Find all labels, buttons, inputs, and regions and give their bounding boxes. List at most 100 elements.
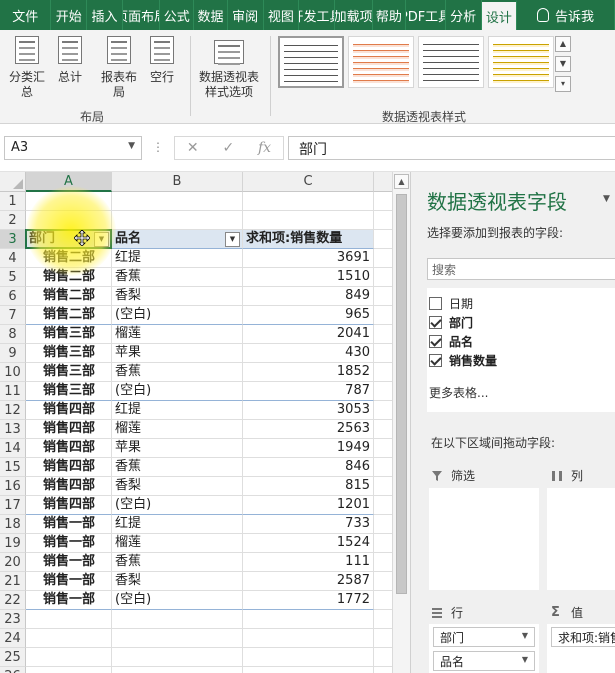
ribbon-tab[interactable]: 视图 (264, 0, 300, 30)
row-header[interactable]: 8 (0, 325, 26, 344)
dept-cell[interactable]: 销售二部 (26, 287, 112, 306)
product-cell[interactable]: (空白) (112, 496, 243, 515)
styles-more-button[interactable]: ▾ (555, 76, 571, 92)
product-cell[interactable]: 红提 (112, 249, 243, 268)
row-header[interactable]: 26 (0, 667, 26, 673)
dept-cell[interactable]: 销售四部 (26, 477, 112, 496)
quantity-cell[interactable]: 430 (243, 344, 374, 363)
column-header-d[interactable] (374, 172, 392, 192)
grid-cell[interactable] (26, 629, 112, 648)
row-header[interactable]: 23 (0, 610, 26, 629)
dept-cell[interactable]: 销售一部 (26, 553, 112, 572)
row-header[interactable]: 4 (0, 249, 26, 268)
style-options-button[interactable]: 数据透视表样式选项 (196, 36, 262, 100)
grid-cell[interactable] (374, 439, 392, 458)
quantity-cell[interactable]: 2041 (243, 325, 374, 344)
grid-cell[interactable] (26, 610, 112, 629)
row-header[interactable]: 16 (0, 477, 26, 496)
row-header[interactable]: 6 (0, 287, 26, 306)
value-drop-area[interactable]: 求和项:销售数量 (547, 624, 615, 673)
grid-cell[interactable] (374, 610, 392, 629)
grid-cell[interactable] (374, 496, 392, 515)
quantity-cell[interactable]: 1772 (243, 591, 374, 610)
field-item[interactable]: 日期 (429, 294, 473, 312)
row-header[interactable]: 17 (0, 496, 26, 515)
row-header[interactable]: 21 (0, 572, 26, 591)
field-checkbox[interactable] (429, 315, 442, 329)
grid-cell[interactable] (374, 534, 392, 553)
grid-cell[interactable] (243, 667, 374, 673)
grid-cell[interactable] (374, 363, 392, 382)
dept-cell[interactable]: 销售二部 (26, 268, 112, 287)
product-filter-button[interactable]: ▼ (225, 232, 240, 247)
row-header[interactable]: 19 (0, 534, 26, 553)
grid-cell[interactable] (243, 211, 374, 230)
quantity-cell[interactable]: 965 (243, 306, 374, 325)
insert-function-icon[interactable]: fx (258, 140, 271, 156)
pivot-style-thumb[interactable] (418, 36, 484, 88)
row-header[interactable]: 15 (0, 458, 26, 477)
grid-cell[interactable] (374, 401, 392, 420)
grand-totals-button[interactable]: 总计 (54, 36, 86, 85)
confirm-icon[interactable]: ✓ (222, 140, 234, 156)
quantity-cell[interactable]: 1852 (243, 363, 374, 382)
grid-cell[interactable] (374, 553, 392, 572)
field-checkbox[interactable] (429, 353, 442, 367)
chevron-down-icon[interactable]: ▼ (522, 655, 528, 664)
grid-cell[interactable] (374, 458, 392, 477)
column-header-b[interactable]: B (112, 172, 243, 192)
grid-cell[interactable] (374, 344, 392, 363)
chevron-down-icon[interactable]: ▼ (128, 141, 135, 151)
product-cell[interactable]: 榴莲 (112, 534, 243, 553)
product-cell[interactable]: 榴莲 (112, 420, 243, 439)
grid-cell[interactable] (374, 572, 392, 591)
row-header[interactable]: 13 (0, 420, 26, 439)
ribbon-tab[interactable]: 页面布局 (123, 0, 161, 30)
grid-cell[interactable] (374, 249, 392, 268)
field-item[interactable]: 部门 (429, 313, 473, 331)
product-cell[interactable]: 香蕉 (112, 363, 243, 382)
grid-cell[interactable] (243, 629, 374, 648)
more-tables-link[interactable]: 更多表格... (429, 384, 488, 401)
cancel-icon[interactable]: ✕ (187, 140, 199, 156)
grid-cell[interactable] (243, 648, 374, 667)
product-cell[interactable]: 香梨 (112, 287, 243, 306)
column-header-c[interactable]: C (243, 172, 374, 192)
chevron-down-icon[interactable]: ▼ (522, 631, 528, 640)
quantity-cell[interactable]: 733 (243, 515, 374, 534)
field-checkbox[interactable] (429, 334, 442, 348)
grid-cell[interactable] (374, 667, 392, 673)
grid-cell[interactable] (374, 325, 392, 344)
quantity-cell[interactable]: 815 (243, 477, 374, 496)
pivot-style-thumb[interactable] (348, 36, 414, 88)
select-all-corner[interactable] (0, 172, 26, 192)
grid-cell[interactable] (374, 648, 392, 667)
dept-cell[interactable]: 销售一部 (26, 534, 112, 553)
column-header-a[interactable]: A (26, 172, 112, 192)
column-drop-area[interactable] (547, 488, 615, 590)
row-header[interactable]: 2 (0, 211, 26, 230)
grid-cell[interactable] (374, 192, 392, 211)
grid-cell[interactable] (26, 192, 112, 211)
report-layout-button[interactable]: 报表布局 (98, 36, 140, 100)
ribbon-tab[interactable]: 分析 (446, 0, 482, 30)
product-cell[interactable]: 香梨 (112, 477, 243, 496)
dept-cell[interactable]: 销售三部 (26, 325, 112, 344)
ribbon-tab[interactable]: 告诉我 (517, 0, 615, 30)
row-field-chip[interactable]: 品名 ▼ (433, 651, 535, 671)
grid-cell[interactable] (243, 192, 374, 211)
grid-cell[interactable] (374, 230, 392, 249)
row-header[interactable]: 24 (0, 629, 26, 648)
dept-cell[interactable]: 销售三部 (26, 363, 112, 382)
field-item[interactable]: 销售数量 (429, 351, 497, 369)
dept-cell[interactable]: 销售二部 (26, 249, 112, 268)
quantity-cell[interactable]: 2563 (243, 420, 374, 439)
grid-cell[interactable] (374, 420, 392, 439)
ribbon-tab[interactable]: 帮助 (373, 0, 407, 30)
row-drop-area[interactable]: 部门 ▼ 品名 ▼ (429, 624, 539, 673)
row-header[interactable]: 10 (0, 363, 26, 382)
dept-cell[interactable]: 销售三部 (26, 382, 112, 401)
row-field-chip[interactable]: 部门 ▼ (433, 627, 535, 647)
grid-cell[interactable] (112, 211, 243, 230)
row-header[interactable]: 12 (0, 401, 26, 420)
